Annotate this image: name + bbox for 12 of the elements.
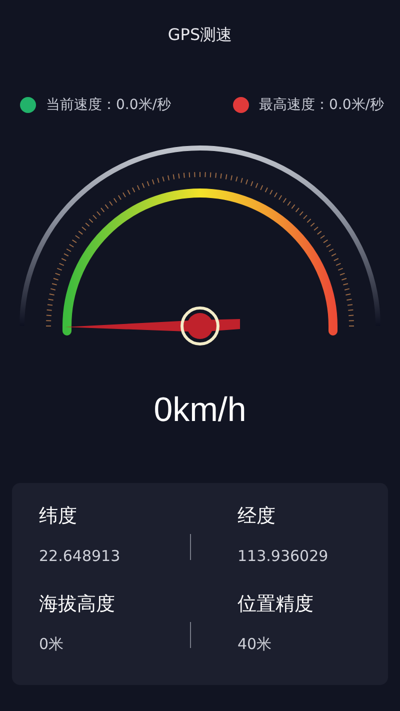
- stat-value: 22.648913: [39, 547, 122, 565]
- stat-label: 位置精度: [238, 592, 314, 617]
- speed-reading: 0km/h: [152, 391, 248, 430]
- page-title: GPS测速: [166, 24, 234, 46]
- stat-value: 40米: [238, 635, 273, 654]
- stat-value: 0米: [39, 635, 65, 654]
- legend-label: 最高速度：0.0米/秒: [259, 96, 384, 114]
- stat-label: 纬度: [39, 504, 78, 529]
- stat-value: 113.936029: [238, 547, 330, 565]
- stat-label: 经度: [238, 504, 276, 529]
- legend-label: 当前速度：0.0米/秒: [46, 96, 171, 114]
- stat-label: 海拔高度: [39, 592, 116, 617]
